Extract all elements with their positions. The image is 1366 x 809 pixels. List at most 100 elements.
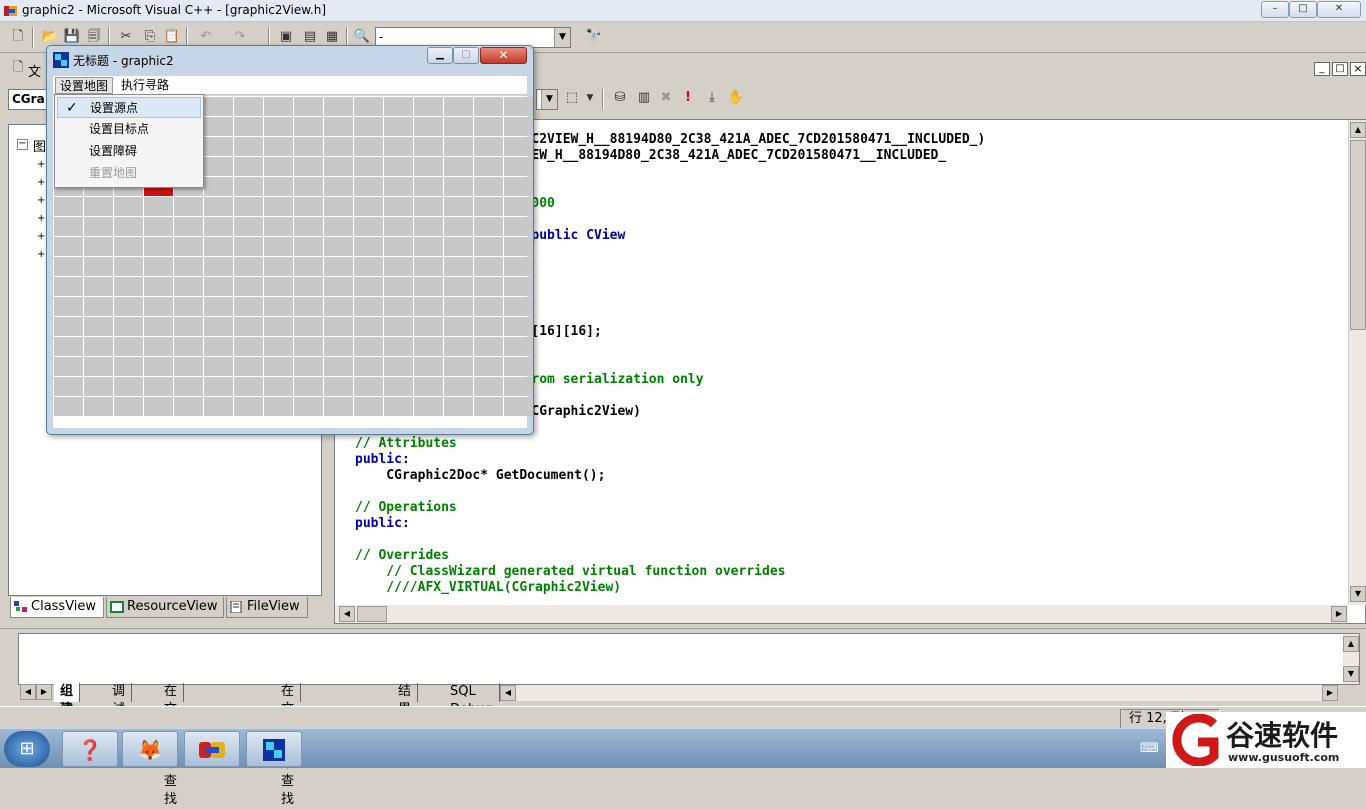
chevron-down-icon[interactable]: ▼ (541, 90, 557, 109)
grid-cell[interactable] (264, 137, 293, 156)
grid-cell[interactable] (114, 277, 143, 296)
grid-cell[interactable] (324, 297, 353, 316)
grid-cell[interactable] (414, 337, 443, 356)
grid-cell[interactable] (504, 317, 533, 336)
grid-cell[interactable] (234, 217, 263, 236)
grid-cell[interactable] (294, 377, 323, 396)
grid-cell[interactable] (354, 377, 383, 396)
grid-cell[interactable] (84, 317, 113, 336)
grid-cell[interactable] (324, 97, 353, 116)
grid-cell[interactable] (504, 237, 533, 256)
stop-build-icon[interactable]: ✖ (656, 88, 676, 108)
app-close-button[interactable]: ✕ (480, 47, 527, 64)
output-tab[interactable]: 组建 (54, 683, 81, 717)
grid-cell[interactable] (444, 117, 473, 136)
grid-cell[interactable] (354, 277, 383, 296)
grid-cell[interactable] (54, 217, 83, 236)
grid-cell[interactable] (204, 97, 233, 116)
grid-cell[interactable] (144, 237, 173, 256)
grid-cell[interactable] (294, 117, 323, 136)
grid-cell[interactable] (414, 277, 443, 296)
grid-cell[interactable] (504, 297, 533, 316)
grid-cell[interactable] (504, 97, 533, 116)
open-folder-icon[interactable]: 📂 (40, 27, 60, 47)
grid-cell[interactable] (234, 277, 263, 296)
grid-cell[interactable] (264, 257, 293, 276)
grid-cell[interactable] (444, 377, 473, 396)
step-icon[interactable]: ⤓ (702, 88, 722, 108)
output-tab[interactable]: 在文件2中查找 (275, 683, 302, 807)
grid-cell[interactable] (84, 357, 113, 376)
grid-cell[interactable] (174, 257, 203, 276)
chevron-down-icon[interactable]: ▼ (580, 88, 600, 108)
grid-cell[interactable] (474, 197, 503, 216)
scroll-left-icon[interactable]: ◀ (339, 606, 355, 622)
grid-cell[interactable] (234, 137, 263, 156)
grid-cell[interactable] (384, 217, 413, 236)
grid-cell[interactable] (114, 217, 143, 236)
grid-cell[interactable] (204, 117, 233, 136)
workspace-icon[interactable]: ▣ (276, 27, 296, 47)
grid-cell[interactable] (84, 237, 113, 256)
output-text-area[interactable] (18, 633, 1360, 685)
grid-cell[interactable] (174, 297, 203, 316)
tree-expand-icon[interactable]: + (37, 195, 45, 206)
grid-cell[interactable] (474, 277, 503, 296)
dropdown-item[interactable]: 设置目标点 (57, 119, 201, 140)
grid-cell[interactable] (414, 237, 443, 256)
app-maximize-button[interactable]: □ (453, 47, 479, 64)
grid-cell[interactable] (324, 277, 353, 296)
grid-cell[interactable] (294, 157, 323, 176)
grid-cell[interactable] (204, 137, 233, 156)
output-tab[interactable]: SQL Debug (444, 683, 500, 717)
grid-cell[interactable] (204, 297, 233, 316)
dropdown-item[interactable]: 重置地图 (57, 163, 201, 184)
redo-icon[interactable]: ↷ (230, 27, 250, 47)
grid-cell[interactable] (144, 397, 173, 416)
grid-cell[interactable] (414, 117, 443, 136)
grid-cell[interactable] (384, 317, 413, 336)
search-binoculars-icon[interactable]: 🔭 (584, 27, 604, 47)
grid-cell[interactable] (324, 337, 353, 356)
grid-cell[interactable] (54, 277, 83, 296)
grid-cell[interactable] (144, 197, 173, 216)
grid-cell[interactable] (84, 277, 113, 296)
grid-cell[interactable] (294, 217, 323, 236)
grid-cell[interactable] (234, 377, 263, 396)
app-minimize-button[interactable]: ▁ (427, 47, 453, 64)
tray-keyboard-icon[interactable]: ⌨ (1140, 741, 1159, 756)
grid-cell[interactable] (234, 97, 263, 116)
grid-cell[interactable] (84, 397, 113, 416)
grid-cell[interactable] (324, 317, 353, 336)
grid-cell[interactable] (354, 257, 383, 276)
member-combo[interactable]: ▼ (536, 89, 558, 110)
grid-cell[interactable] (414, 257, 443, 276)
grid-cell[interactable] (114, 297, 143, 316)
output-hscroll[interactable]: ◀ ▶ (500, 685, 1338, 701)
tree-root-label[interactable]: 图 (33, 136, 46, 155)
grid-cell[interactable] (264, 217, 293, 236)
grid-cell[interactable] (444, 257, 473, 276)
scroll-down-icon[interactable]: ▼ (1343, 666, 1359, 682)
grid-cell[interactable] (234, 257, 263, 276)
tree-expand-icon[interactable]: + (37, 177, 45, 188)
grid-cell[interactable] (54, 257, 83, 276)
grid-cell[interactable] (354, 177, 383, 196)
execute-icon[interactable]: ! (678, 88, 698, 108)
find-in-files-icon[interactable]: 🔍 (352, 27, 372, 47)
close-button[interactable]: ✕ (1317, 1, 1361, 18)
grid-cell[interactable] (84, 337, 113, 356)
grid-cell[interactable] (384, 117, 413, 136)
grid-cell[interactable] (354, 337, 383, 356)
grid-cell[interactable] (504, 177, 533, 196)
grid-cell[interactable] (294, 237, 323, 256)
grid-cell[interactable] (384, 257, 413, 276)
grid-cell[interactable] (144, 337, 173, 356)
grid-cell[interactable] (144, 297, 173, 316)
grid-cell[interactable] (444, 337, 473, 356)
output-scrollbar[interactable]: ▲ ▼ (1343, 634, 1359, 684)
grid-cell[interactable] (294, 177, 323, 196)
grid-cell[interactable] (84, 377, 113, 396)
grid-cell[interactable] (204, 337, 233, 356)
grid-cell[interactable] (474, 137, 503, 156)
